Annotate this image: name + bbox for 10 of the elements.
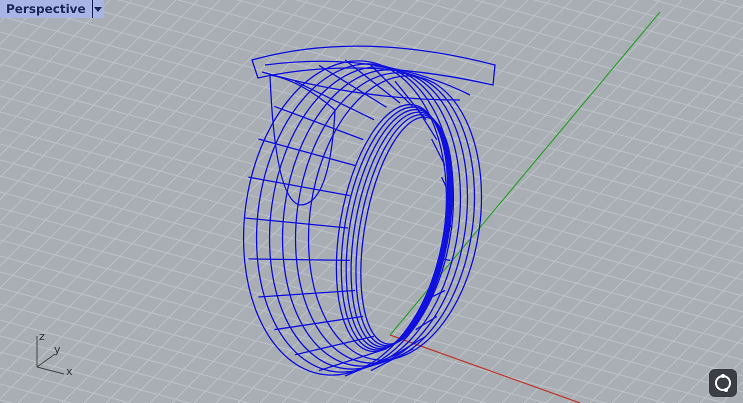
dropdown-button[interactable] — [92, 0, 104, 18]
axis-label: z — [39, 330, 45, 343]
viewport-tab[interactable]: Perspective — [0, 0, 104, 18]
axis-gizmo-drawing — [36, 336, 64, 374]
caret-icon — [94, 6, 102, 12]
axis-label: y — [54, 343, 61, 356]
rotate-view-button[interactable] — [709, 369, 737, 397]
rotate-icon — [713, 373, 733, 393]
axis-label: x — [66, 365, 73, 378]
viewport-title[interactable]: Perspective — [0, 2, 92, 16]
